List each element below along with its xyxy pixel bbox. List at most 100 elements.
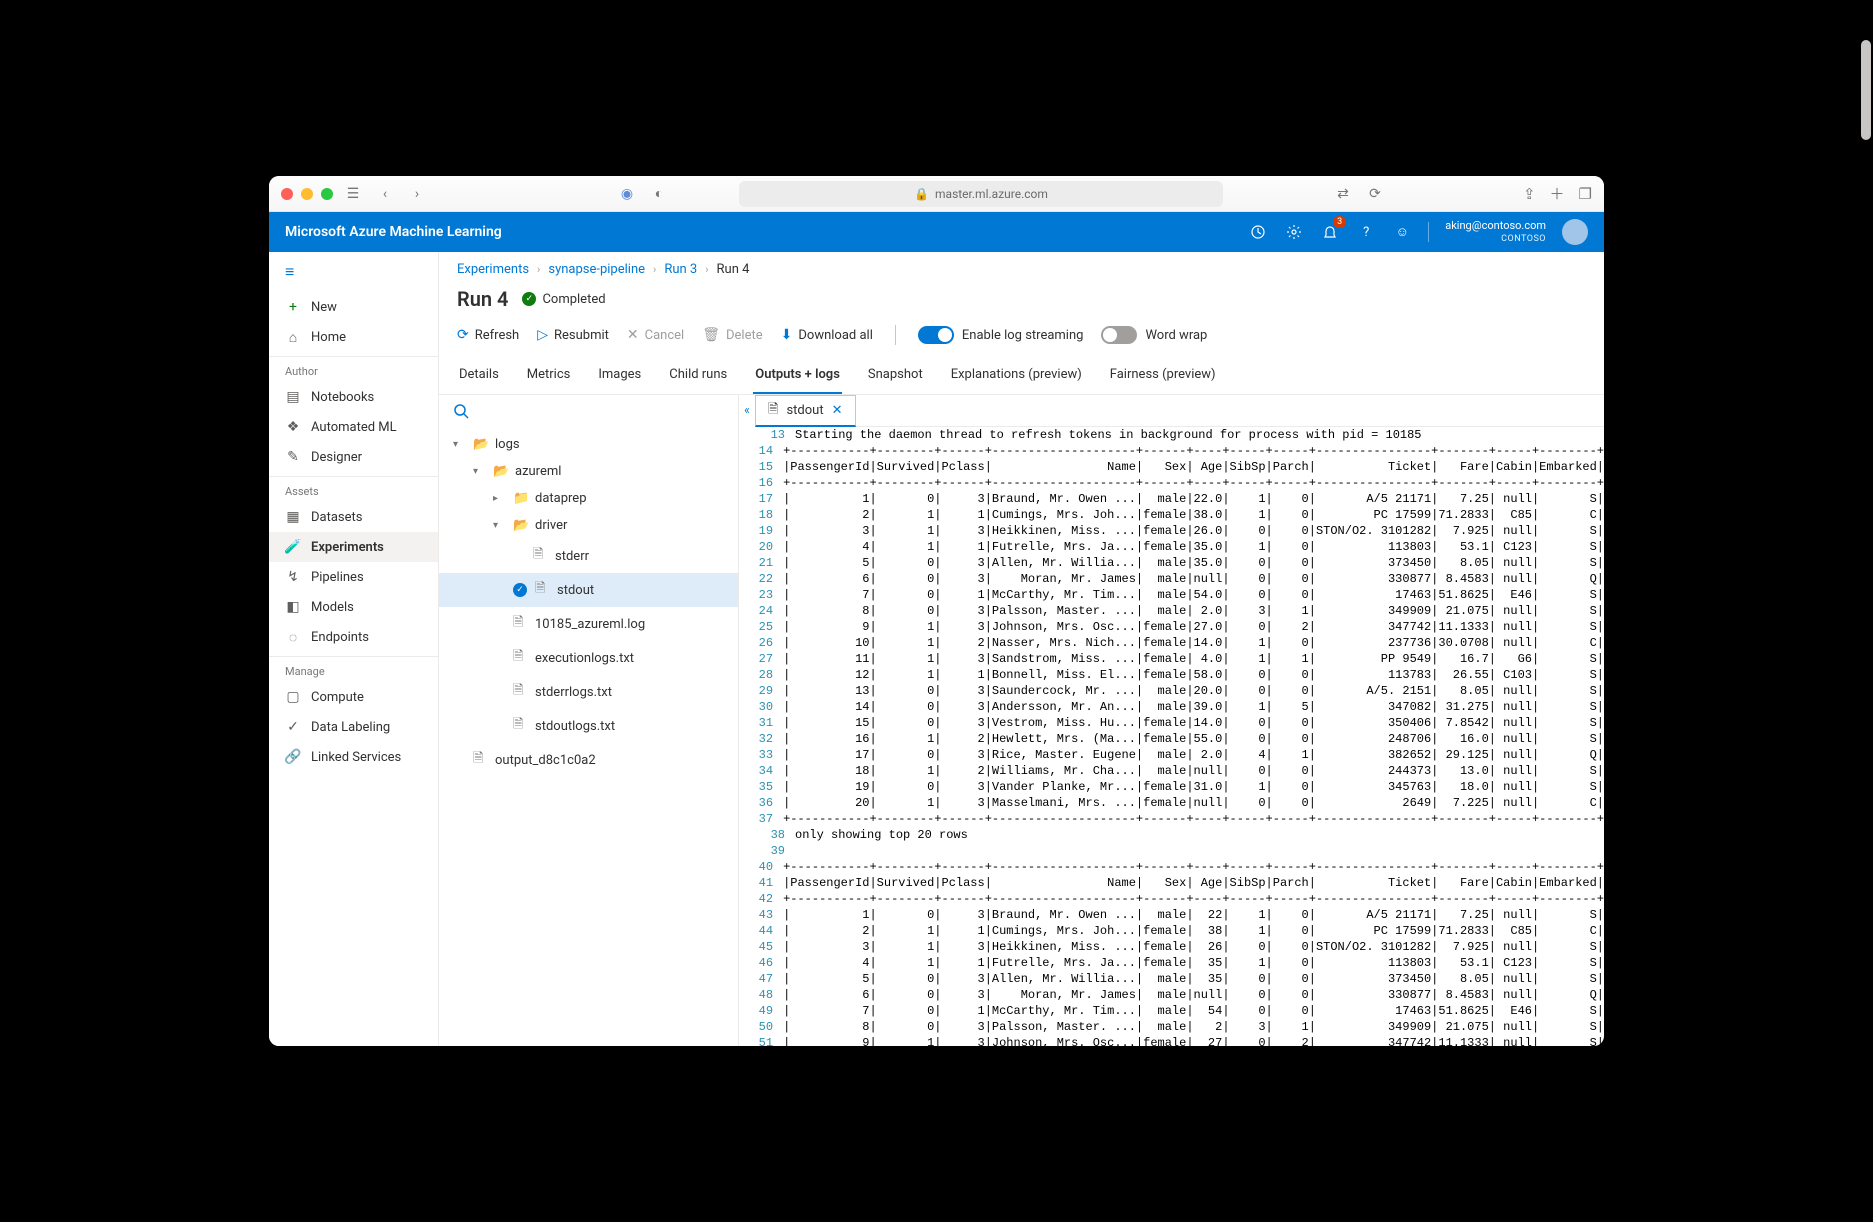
sidebar-item-experiments[interactable]: 🧪Experiments xyxy=(269,532,438,562)
file-tab-stdout[interactable]: 🗎 stdout ✕ xyxy=(755,395,856,427)
sidebar-item-linked-services[interactable]: 🔗Linked Services xyxy=(269,742,438,772)
code-text: |PassengerId|Survived|Pclass| Name| Sex|… xyxy=(783,459,1604,475)
sidebar-item-label: Data Labeling xyxy=(311,720,390,735)
account-info[interactable]: aking@contoso.com CONTOSO xyxy=(1445,220,1546,245)
help-icon[interactable]: ? xyxy=(1356,222,1376,242)
traffic-lights xyxy=(281,188,333,200)
sidebar-item-datasets[interactable]: ▦Datasets xyxy=(269,502,438,532)
nav-back-icon[interactable]: ‹ xyxy=(373,182,397,206)
tree-file-10185-azureml-log[interactable]: 🗎10185_azureml.log xyxy=(439,607,738,641)
sidebar-item-new[interactable]: +New xyxy=(269,292,438,322)
sidebar-toggle-icon[interactable]: ☰ xyxy=(341,182,365,206)
file-icon: 🗎 xyxy=(513,647,527,669)
share-icon[interactable]: ⇪ xyxy=(1523,185,1536,203)
sidebar-item-label: Experiments xyxy=(311,540,384,555)
new-tab-icon[interactable]: ＋ xyxy=(1550,183,1565,204)
line-number: 31 xyxy=(755,715,783,731)
tabs-icon[interactable]: ❐ xyxy=(1579,185,1592,203)
tree-folder-dataprep[interactable]: ▸📁dataprep xyxy=(439,485,738,512)
collapse-tree-icon[interactable]: « xyxy=(739,395,755,1046)
code-line: 45| 3| 1| 3|Heikkinen, Miss. ...|female|… xyxy=(755,939,1604,955)
lock-icon: 🔒 xyxy=(914,187,929,201)
tab-outputs-logs[interactable]: Outputs + logs xyxy=(753,357,842,394)
breadcrumb-item[interactable]: Run 3 xyxy=(664,262,697,277)
tree-file-stderr[interactable]: 🗎stderr xyxy=(439,539,738,573)
tree-folder-driver[interactable]: ▾📂driver xyxy=(439,512,738,539)
file-icon: 🗎 xyxy=(513,613,527,635)
tab-explanations-preview-[interactable]: Explanations (preview) xyxy=(949,357,1084,394)
sidebar-item-pipelines[interactable]: ↯Pipelines xyxy=(269,562,438,592)
sidebar-item-endpoints[interactable]: ◌Endpoints xyxy=(269,622,438,652)
endpoints-icon: ◌ xyxy=(285,629,301,645)
shield-icon[interactable]: ◉ xyxy=(615,182,639,206)
download-all-button[interactable]: ⬇Download all xyxy=(781,327,873,343)
minimize-icon[interactable] xyxy=(301,188,313,200)
line-number: 27 xyxy=(755,651,783,667)
refresh-button[interactable]: ⟳Refresh xyxy=(457,327,519,343)
check-icon: ✓ xyxy=(522,292,536,306)
tab-details[interactable]: Details xyxy=(457,357,501,394)
tree-file-stderrlogs-txt[interactable]: 🗎stderrlogs.txt xyxy=(439,675,738,709)
toolbar: ⟳Refresh ▷Resubmit ✕Cancel 🗑Delete ⬇Down… xyxy=(439,321,1604,357)
code-line: 48| 6| 0| 3| Moran, Mr. James| male|null… xyxy=(755,987,1604,1003)
line-number: 24 xyxy=(755,603,783,619)
tab-snapshot[interactable]: Snapshot xyxy=(866,357,925,394)
code-text: | 20| 1| 3|Masselmani, Mrs. ...|female|n… xyxy=(783,795,1604,811)
tab-fairness-preview-[interactable]: Fairness (preview) xyxy=(1108,357,1218,394)
sidebar-item-data-labeling[interactable]: ✓Data Labeling xyxy=(269,712,438,742)
maximize-icon[interactable] xyxy=(321,188,333,200)
nav-fwd-icon[interactable]: › xyxy=(405,182,429,206)
tree-file-stdout[interactable]: ✓🗎stdout xyxy=(439,573,738,607)
log-streaming-toggle[interactable] xyxy=(918,326,954,344)
tree-file-output-d8c1c0a2[interactable]: 🗎output_d8c1c0a2 xyxy=(439,743,738,777)
file-icon: 🗎 xyxy=(533,545,547,567)
line-number: 28 xyxy=(755,667,783,683)
code-text: | 13| 0| 3|Saundercock, Mr. ...| male|20… xyxy=(783,683,1604,699)
sidebar-item-automated-ml[interactable]: ❖Automated ML xyxy=(269,412,438,442)
tree-item-label: stderrlogs.txt xyxy=(535,685,612,700)
tab-child-runs[interactable]: Child runs xyxy=(667,357,729,394)
hamburger-icon[interactable]: ≡ xyxy=(269,252,438,292)
translate-icon[interactable]: ⇄ xyxy=(1331,182,1355,206)
privacy-icon[interactable]: ◐ xyxy=(647,182,671,206)
tab-metrics[interactable]: Metrics xyxy=(525,357,573,394)
resubmit-button[interactable]: ▷Resubmit xyxy=(537,327,609,343)
code-viewer[interactable]: 13Starting the daemon thread to refresh … xyxy=(755,427,1604,1046)
breadcrumb-item[interactable]: Experiments xyxy=(457,262,529,277)
sidebar-item-home[interactable]: ⌂Home xyxy=(269,322,438,352)
sidebar-item-designer[interactable]: ✎Designer xyxy=(269,442,438,472)
sidebar-item-label: Linked Services xyxy=(311,750,401,765)
tree-folder-azureml[interactable]: ▾📂azureml xyxy=(439,458,738,485)
history-icon[interactable] xyxy=(1248,222,1268,242)
search-icon[interactable] xyxy=(439,395,738,427)
tree-folder-logs[interactable]: ▾📂logs xyxy=(439,431,738,458)
url-bar[interactable]: 🔒 master.ml.azure.com xyxy=(739,181,1223,207)
code-text: | 15| 0| 3|Vestrom, Miss. Hu...|female|1… xyxy=(783,715,1604,731)
tree-file-stdoutlogs-txt[interactable]: 🗎stdoutlogs.txt xyxy=(439,709,738,743)
tree-item-label: driver xyxy=(535,518,567,533)
breadcrumb-item[interactable]: synapse-pipeline xyxy=(548,262,645,277)
close-icon[interactable]: ✕ xyxy=(832,403,843,418)
close-icon[interactable] xyxy=(281,188,293,200)
code-line: 50| 8| 0| 3|Palsson, Master. ...| male| … xyxy=(755,1019,1604,1035)
delete-button: 🗑Delete xyxy=(702,327,762,343)
tree-file-executionlogs-txt[interactable]: 🗎executionlogs.txt xyxy=(439,641,738,675)
settings-icon[interactable] xyxy=(1284,222,1304,242)
sidebar-item-compute[interactable]: ▢Compute xyxy=(269,682,438,712)
feedback-icon[interactable]: ☺ xyxy=(1392,222,1412,242)
sidebar-item-notebooks[interactable]: ▤Notebooks xyxy=(269,382,438,412)
word-wrap-toggle[interactable] xyxy=(1101,326,1137,344)
tree-item-label: output_d8c1c0a2 xyxy=(495,753,596,768)
sidebar-item-models[interactable]: ◧Models xyxy=(269,592,438,622)
chevron-down-icon: ▾ xyxy=(473,466,485,477)
code-text: | 7| 0| 1|McCarthy, Mr. Tim...| male|54.… xyxy=(783,587,1604,603)
tree-item-label: azureml xyxy=(515,464,561,479)
notifications-icon[interactable]: 3 xyxy=(1320,222,1340,242)
reload-icon[interactable]: ⟳ xyxy=(1363,182,1387,206)
line-number: 26 xyxy=(755,635,783,651)
line-number: 45 xyxy=(755,939,783,955)
code-line: 18| 2| 1| 1|Cumings, Mrs. Joh...|female|… xyxy=(755,507,1604,523)
tab-images[interactable]: Images xyxy=(596,357,643,394)
sidebar-item-label: Automated ML xyxy=(311,420,397,435)
avatar[interactable] xyxy=(1562,219,1588,245)
